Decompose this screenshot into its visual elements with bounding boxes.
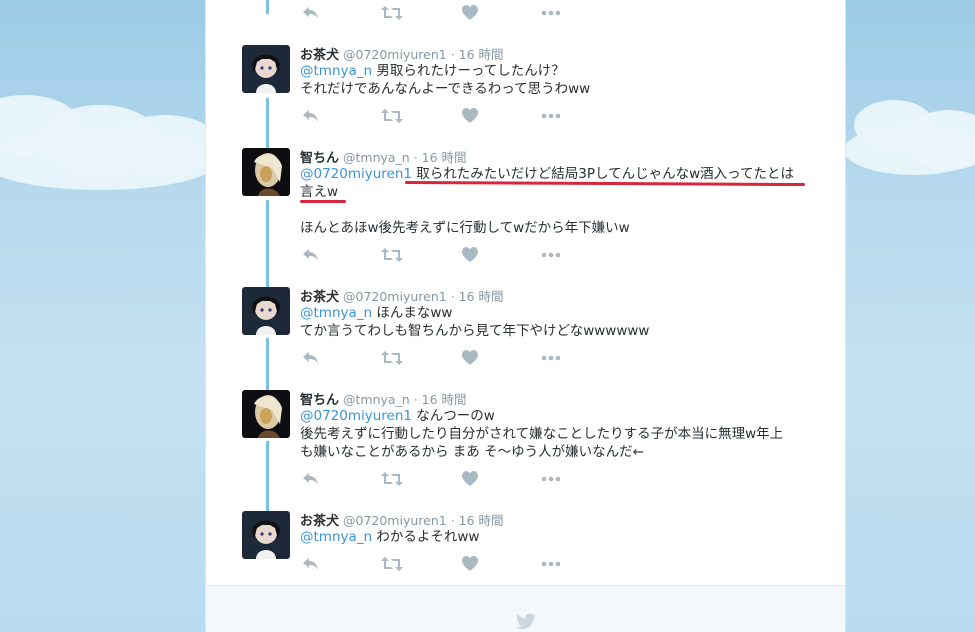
reply-icon[interactable] (302, 556, 326, 574)
handle[interactable]: @tmnya_n (343, 392, 410, 407)
mention-link[interactable]: @tmnya_n (300, 529, 372, 545)
tweet-text: @tmnya_n ほんまなww (300, 305, 453, 321)
tweet-header: お茶犬 @0720miyuren1 · 16 時間 (300, 44, 504, 63)
display-name[interactable]: お茶犬 (300, 48, 339, 63)
conversation-line (266, 0, 269, 14)
tweet-text-line: 言えw (300, 184, 339, 200)
retweet-icon[interactable] (381, 5, 405, 23)
annotation-underline (300, 200, 346, 203)
background-left (0, 0, 220, 631)
tweet-text: @0720miyuren1 なんつーのw (300, 408, 495, 424)
reply-icon[interactable] (302, 5, 326, 23)
tweet-header: お茶犬 @0720miyuren1 · 16 時間 (300, 286, 504, 305)
heart-icon[interactable] (462, 556, 486, 574)
tweet-text-line: てか言うてわしも智ちんから見て年下やけどなwwwwww (300, 323, 650, 339)
heart-icon[interactable] (462, 5, 486, 23)
handle[interactable]: @0720miyuren1 (343, 513, 447, 528)
reply-icon[interactable] (302, 471, 326, 489)
tweet-text: @0720miyuren1 取られたみたいだけど結局3Pしてんじゃんなw酒入って… (300, 166, 794, 182)
more-icon[interactable] (541, 108, 565, 126)
more-icon[interactable] (541, 247, 565, 265)
handle[interactable]: @0720miyuren1 (343, 289, 447, 304)
background-right (844, 0, 975, 631)
avatar[interactable] (242, 390, 290, 438)
avatar[interactable] (242, 45, 290, 93)
timestamp[interactable]: · 16 時間 (451, 47, 504, 62)
display-name[interactable]: お茶犬 (300, 290, 339, 305)
tweet-text-line: 後先考えずに行動したり自分がされて嫌なことしたりする子が本当に無理w年上 (300, 426, 784, 442)
timeline-footer (206, 585, 845, 632)
heart-icon[interactable] (462, 350, 486, 368)
tweet-actions (300, 350, 580, 368)
tweet-text: @tmnya_n 男取られたけーってしたんけ？ (300, 63, 565, 79)
tweet-actions (300, 556, 580, 574)
mention-link[interactable]: @0720miyuren1 (300, 408, 412, 424)
reply-icon[interactable] (302, 108, 326, 126)
retweet-icon[interactable] (381, 350, 405, 368)
tweet-header: お茶犬 @0720miyuren1 · 16 時間 (300, 510, 504, 529)
mention-link[interactable]: @tmnya_n (300, 305, 372, 321)
conversation-line (266, 441, 269, 511)
avatar[interactable] (242, 148, 290, 196)
timestamp[interactable]: · 16 時間 (414, 392, 467, 407)
handle[interactable]: @0720miyuren1 (343, 47, 447, 62)
tweet-text: @tmnya_n わかるよそれww (300, 529, 480, 545)
tweet-actions (300, 471, 580, 489)
reply-icon[interactable] (302, 247, 326, 265)
bird-icon (515, 613, 536, 630)
more-icon[interactable] (541, 350, 565, 368)
retweet-icon[interactable] (381, 556, 405, 574)
timeline: お茶犬 @0720miyuren1 · 16 時間 @tmnya_n 男取られた… (205, 0, 846, 632)
avatar[interactable] (242, 287, 290, 335)
retweet-icon[interactable] (381, 247, 405, 265)
more-icon[interactable] (541, 5, 565, 23)
tweet-actions (300, 108, 580, 126)
avatar[interactable] (242, 511, 290, 559)
mention-link[interactable]: @0720miyuren1 (300, 166, 412, 182)
tweet-actions (300, 5, 580, 23)
retweet-icon[interactable] (381, 108, 405, 126)
conversation-line (266, 338, 269, 390)
tweet-actions (300, 247, 580, 265)
heart-icon[interactable] (462, 247, 486, 265)
conversation-line (266, 200, 269, 288)
display-name[interactable]: お茶犬 (300, 514, 339, 529)
tweet-text-line: も嫌いなことがあるから まあ そ～ゆう人が嫌いなんだ← (300, 444, 644, 460)
conversation-line (266, 98, 269, 150)
retweet-icon[interactable] (381, 471, 405, 489)
mention-link[interactable]: @tmnya_n (300, 63, 372, 79)
timestamp[interactable]: · 16 時間 (414, 150, 467, 165)
tweet-text-line: それだけであんなんよーできるわって思うわww (300, 81, 591, 97)
handle[interactable]: @tmnya_n (343, 150, 410, 165)
display-name[interactable]: 智ちん (300, 151, 339, 166)
reply-icon[interactable] (302, 350, 326, 368)
more-icon[interactable] (541, 556, 565, 574)
tweet-text-line: ほんとあほw後先考えずに行動してwだから年下嫌いw (300, 220, 630, 236)
tweet-header: 智ちん @tmnya_n · 16 時間 (300, 147, 467, 166)
heart-icon[interactable] (462, 108, 486, 126)
timestamp[interactable]: · 16 時間 (451, 513, 504, 528)
tweet-header: 智ちん @tmnya_n · 16 時間 (300, 389, 467, 408)
display-name[interactable]: 智ちん (300, 393, 339, 408)
heart-icon[interactable] (462, 471, 486, 489)
timestamp[interactable]: · 16 時間 (451, 289, 504, 304)
more-icon[interactable] (541, 471, 565, 489)
